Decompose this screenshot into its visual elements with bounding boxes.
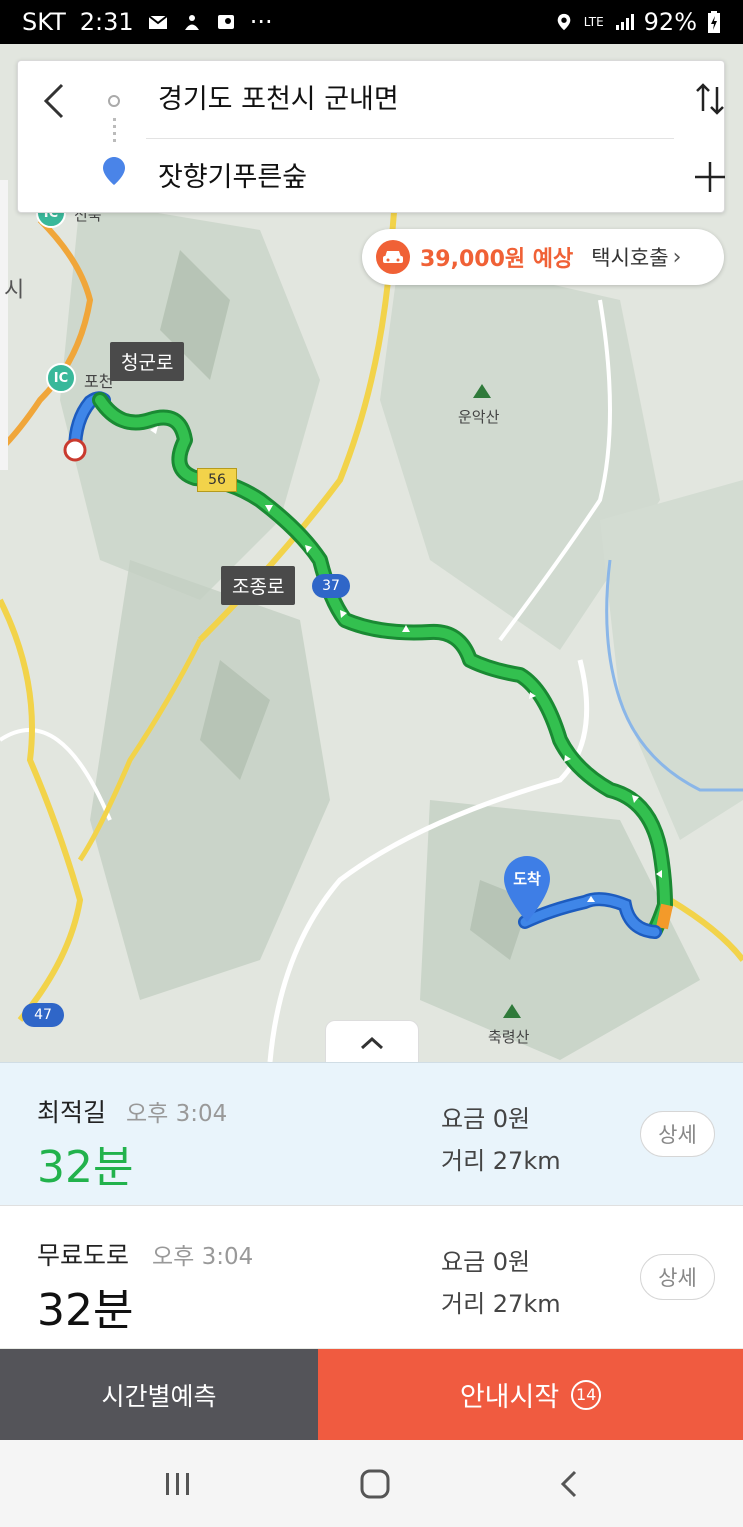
search-divider	[146, 138, 674, 139]
route-name: 무료도로	[37, 1241, 130, 1270]
taxi-call-label: 택시호출	[591, 246, 669, 270]
ic-marker: IC	[46, 363, 76, 393]
route-eta: 오후 3:04	[126, 1101, 228, 1127]
route-fare: 요금 0원	[441, 1248, 531, 1276]
mail-icon	[148, 15, 168, 29]
time-forecast-label: 시간별예측	[101, 1381, 217, 1411]
taxi-fare-estimate: 39,000원 예상	[420, 247, 574, 272]
chevron-up-icon	[360, 1036, 384, 1049]
app-root: SKT 2:31 ··· LTE 92% IC 신북 IC 포천 시 청군로 조…	[0, 0, 743, 1527]
clock: 2:31	[79, 8, 134, 36]
route-distance: 거리 27km	[441, 1147, 561, 1175]
mountain-label-chungnyeong: 축령산	[488, 1028, 530, 1046]
route-detail-button[interactable]: 상세	[640, 1254, 715, 1300]
network-type: LTE	[583, 15, 604, 29]
route-option-optimal[interactable]: 최적길 오후 3:04 32분 요금 0원 거리 27km 상세	[0, 1062, 743, 1205]
notification-icon	[184, 15, 199, 30]
route-search-card: 경기도 포천시 군내면 잣향기푸른숲	[17, 60, 725, 213]
more-notifications-icon: ···	[249, 8, 273, 36]
expand-panel-button[interactable]	[325, 1020, 419, 1064]
route-number-56: 56	[197, 468, 237, 492]
route-fare: 요금 0원	[441, 1105, 531, 1133]
route-name: 최적길	[37, 1098, 107, 1127]
map-app-icon	[217, 15, 234, 29]
signal-icon	[615, 14, 634, 30]
arrival-label: 도착	[513, 870, 541, 888]
system-nav-bar	[0, 1440, 743, 1527]
carrier-label: SKT	[22, 8, 66, 36]
back-icon[interactable]	[36, 81, 76, 121]
destination-field[interactable]: 잣향기푸른숲	[158, 155, 307, 194]
route-number-47: 47	[22, 1003, 64, 1027]
chevron-right-icon: ›	[672, 244, 682, 270]
system-back-icon[interactable]	[558, 1469, 580, 1499]
origin-field[interactable]: 경기도 포천시 군내면	[158, 77, 399, 116]
countdown-badge: 14	[571, 1379, 602, 1410]
road-label-jojong: 조종로	[221, 566, 296, 605]
status-bar: SKT 2:31 ··· LTE 92%	[0, 0, 743, 44]
route-option-free-road[interactable]: 무료도로 오후 3:04 32분 요금 0원 거리 27km 상세	[0, 1205, 743, 1348]
time-forecast-button[interactable]: 시간별예측	[0, 1349, 318, 1440]
route-eta: 오후 3:04	[152, 1244, 254, 1270]
location-icon	[557, 13, 571, 31]
action-bar: 시간별예측 안내시작 14	[0, 1349, 743, 1440]
place-label-si: 시	[4, 278, 25, 303]
arrival-pin-icon	[504, 856, 550, 922]
add-waypoint-icon[interactable]	[690, 157, 730, 197]
start-navigation-label: 안내시작	[459, 1382, 560, 1413]
taxi-call-button[interactable]: 39,000원 예상 택시호출 ›	[362, 229, 724, 285]
route-number-37: 37	[312, 574, 350, 598]
start-navigation-button[interactable]: 안내시작 14	[318, 1349, 743, 1440]
home-icon[interactable]	[359, 1468, 391, 1500]
route-connector	[113, 118, 116, 146]
destination-pin-icon	[103, 157, 125, 185]
route-duration: 32분	[37, 1142, 134, 1193]
road-label-cheonggun: 청군로	[110, 342, 185, 381]
battery-percent: 92%	[643, 8, 697, 36]
arrival-pin: 도착	[504, 856, 550, 924]
swap-icon[interactable]	[692, 81, 728, 117]
route-detail-button[interactable]: 상세	[640, 1111, 715, 1157]
taxi-icon	[376, 240, 410, 274]
route-distance: 거리 27km	[441, 1290, 561, 1318]
battery-charging-icon	[708, 11, 720, 33]
mountain-label-unak: 운악산	[458, 408, 500, 426]
recent-apps-icon[interactable]	[163, 1471, 193, 1497]
origin-marker-icon	[108, 95, 120, 107]
route-duration: 32분	[37, 1285, 134, 1336]
